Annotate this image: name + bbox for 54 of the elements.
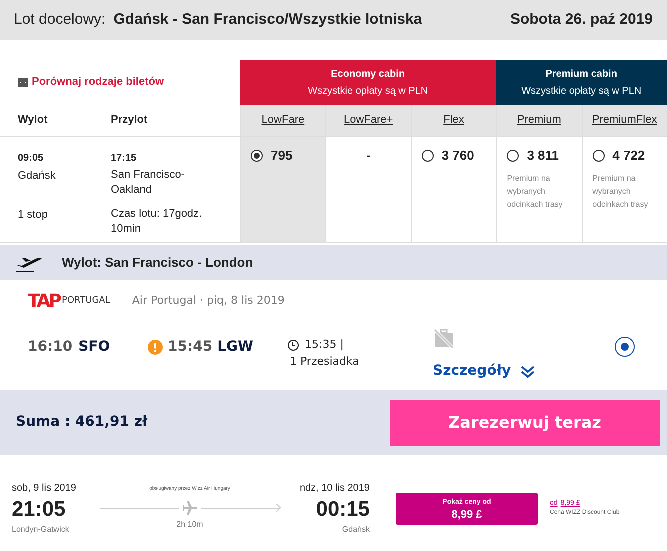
arrival-date: ndz, 10 lis 2019 — [300, 482, 370, 496]
plane-icon — [182, 501, 198, 516]
stops-text: 1 stop — [18, 208, 49, 222]
no-baggage-icon — [433, 329, 455, 349]
flight-date: Sobota 26. paź 2019 — [510, 10, 653, 30]
duration-text: 15:35 | — [305, 337, 344, 353]
arrival-time: 00:15 — [316, 497, 370, 523]
clock-icon — [288, 340, 299, 351]
departure-city: Londyn-Gatwick — [12, 524, 70, 536]
radio-button[interactable] — [615, 337, 635, 357]
logo-mark: TAP — [28, 290, 60, 314]
duration-text: Czas lotu: 17godz. 10min — [111, 207, 204, 237]
airport-code: SFO — [78, 338, 110, 357]
column-header: Przylot — [111, 113, 148, 128]
cabin-title: Premium cabin — [546, 68, 618, 82]
warning-icon — [148, 340, 163, 355]
fare-name-link[interactable]: LowFare — [262, 112, 305, 129]
fare-price: - — [366, 147, 371, 165]
radio-button[interactable] — [422, 150, 434, 162]
departure-time: 09:05 — [18, 152, 45, 166]
airport-code: LGW — [218, 338, 254, 357]
arrival-city: Gdańsk — [342, 524, 370, 536]
radio-button[interactable] — [592, 150, 605, 162]
header-label: Lot docelowy: — [14, 10, 106, 30]
radio-button[interactable] — [507, 150, 520, 162]
total-price: Suma : 461,91 zł — [16, 413, 148, 432]
logo-text: PORTUGAL — [62, 294, 110, 308]
cabin-note: Wszystkie opłaty są w PLN — [522, 84, 642, 98]
fare-note: Premium na wybranych odcinkach trasy — [592, 172, 650, 210]
column-header: Wylot — [17, 113, 49, 128]
stops-text: 1 Przesiadka — [289, 354, 360, 370]
fare-price: 795 — [271, 147, 293, 165]
arrival-city: San Francisco-Oakland — [111, 168, 186, 198]
fare-price: 3 760 — [442, 147, 474, 165]
departure-date: sob, 9 lis 2019 — [12, 482, 78, 496]
compare-link[interactable]: Porównaj rodzaje biletów — [32, 74, 164, 91]
leg-title: Wylot: San Francisco - London — [62, 254, 254, 272]
arrival-time: 17:15 — [111, 152, 138, 166]
chevron-down-icon — [521, 366, 536, 378]
fare-note: Premium na wybranych odcinkach trasy — [507, 172, 564, 210]
fare-name-link[interactable]: Flex — [444, 112, 464, 129]
departure-time: 21:05 — [12, 497, 67, 523]
radio-button[interactable] — [251, 150, 263, 162]
fare-price: 4 722 — [612, 147, 646, 165]
fare-price: 3 811 — [527, 147, 560, 165]
details-link[interactable]: Szczegóły — [433, 361, 536, 382]
flight-duration: 2h 10m — [176, 519, 204, 532]
airline-info: Air Portugal · piq, 8 lis 2019 — [132, 293, 285, 310]
departure-time: 16:10 — [28, 338, 73, 357]
route-title: Gdańsk - San Francisco/Wszystkie lotniska — [114, 10, 422, 30]
cabin-title: Economy cabin — [331, 68, 406, 82]
departure-city: Gdańsk — [18, 169, 57, 184]
cabin-note: Wszystkie opłaty są w PLN — [308, 84, 428, 98]
arrival-time: 15:45 — [168, 338, 213, 357]
